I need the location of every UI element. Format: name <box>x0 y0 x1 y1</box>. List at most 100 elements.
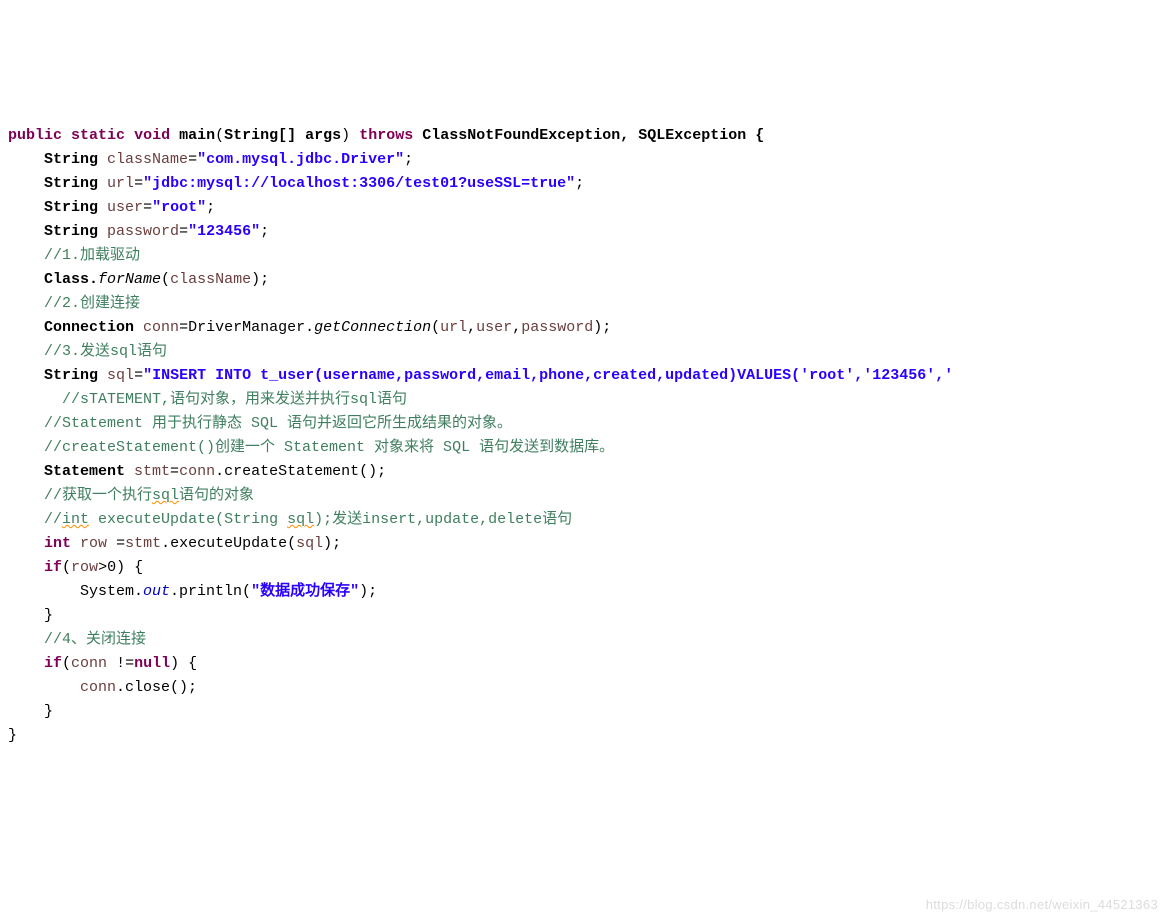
line-5: String password="123456"; <box>8 223 269 240</box>
line-22: //4、关闭连接 <box>8 631 146 648</box>
line-24: conn.close(); <box>8 679 197 696</box>
field-out: out <box>143 583 170 600</box>
semi: ; <box>260 223 269 240</box>
line-11: String sql="INSERT INTO t_user(username,… <box>8 367 953 384</box>
kw-int: int <box>44 535 71 552</box>
brace-open: ) { <box>116 559 143 576</box>
op-eq: = <box>107 535 125 552</box>
line-1: public static void main(String[] args) t… <box>8 127 764 144</box>
string-literal: "root" <box>152 199 206 216</box>
op-eq: = <box>143 199 152 216</box>
var-row: row <box>71 559 98 576</box>
kw-if: if <box>44 655 62 672</box>
kw-static: static <box>71 127 125 144</box>
line-12: //sTATEMENT,语句对象，用来发送并执行sql语句 <box>8 391 407 408</box>
semi: ; <box>575 175 584 192</box>
comment: //sTATEMENT,语句对象，用来发送并执行sql语句 <box>44 391 407 408</box>
paren: ( <box>215 127 224 144</box>
line-2: String className="com.mysql.jdbc.Driver"… <box>8 151 413 168</box>
arg-user: user <box>476 319 512 336</box>
line-3: String url="jdbc:mysql://localhost:3306/… <box>8 175 584 192</box>
line-10: //3.发送sql语句 <box>8 343 167 360</box>
call-println: .println( <box>170 583 251 600</box>
kw-public: public <box>8 127 62 144</box>
comment: //2.创建连接 <box>44 295 140 312</box>
kw-throws: throws <box>359 127 413 144</box>
brace-close: } <box>44 607 53 624</box>
line-17: //int executeUpdate(String sql);发送insert… <box>8 511 572 528</box>
paren-close: ); <box>323 535 341 552</box>
comma: , <box>467 319 476 336</box>
class-ref: Class. <box>44 271 98 288</box>
call-executeUpdate: .executeUpdate( <box>161 535 296 552</box>
string-literal: "INSERT INTO t_user(username,password,em… <box>143 367 953 384</box>
line-7: Class.forName(className); <box>8 271 269 288</box>
comment-part: 语句的对象 <box>179 487 254 504</box>
var-user: user <box>107 199 143 216</box>
comment-part: //获取一个执行 <box>44 487 152 504</box>
op-gt: > <box>98 559 107 576</box>
watermark-text: https://blog.csdn.net/weixin_44521363 <box>926 895 1158 916</box>
type-statement: Statement <box>44 463 134 480</box>
var-stmt: stmt <box>125 535 161 552</box>
comment-part: );发送insert,update,delete语句 <box>314 511 572 528</box>
op-eq: = <box>179 223 188 240</box>
paren: ( <box>161 271 170 288</box>
comment-underline: sql <box>152 487 179 504</box>
var-row: row <box>80 535 107 552</box>
type-string: String <box>44 223 98 240</box>
line-19: if(row>0) { <box>8 559 143 576</box>
kw-null: null <box>134 655 170 672</box>
call-createStatement: .createStatement(); <box>215 463 386 480</box>
comment-underline: int <box>62 511 89 528</box>
line-23: if(conn !=null) { <box>8 655 197 672</box>
comment: //1.加载驱动 <box>44 247 140 264</box>
line-9: Connection conn=DriverManager.getConnect… <box>8 319 611 336</box>
line-21: } <box>8 607 53 624</box>
comment: //createStatement()创建一个 Statement 对象来将 S… <box>44 439 614 456</box>
paren: ( <box>62 655 71 672</box>
op-eq: = <box>134 367 143 384</box>
var-conn: conn <box>71 655 107 672</box>
arg-sql: sql <box>296 535 323 552</box>
kw-if: if <box>44 559 62 576</box>
var-url: url <box>107 175 134 192</box>
string-literal: "com.mysql.jdbc.Driver" <box>197 151 404 168</box>
call-getConnection: getConnection <box>314 319 431 336</box>
brace-open: ) { <box>170 655 197 672</box>
arg-url: url <box>440 319 467 336</box>
type-string: String <box>44 151 98 168</box>
line-26: } <box>8 727 17 744</box>
paren: ( <box>431 319 440 336</box>
paren-close: ); <box>359 583 377 600</box>
class-system: System. <box>80 583 143 600</box>
brace-close: } <box>8 727 17 744</box>
var-sql: sql <box>107 367 134 384</box>
line-13: //Statement 用于执行静态 SQL 语句并返回它所生成结果的对象。 <box>8 415 512 432</box>
brace-close: } <box>44 703 53 720</box>
arg-password: password <box>521 319 593 336</box>
string-literal: "数据成功保存" <box>251 583 359 600</box>
num-zero: 0 <box>107 559 116 576</box>
op-eq: = <box>188 151 197 168</box>
var-password: password <box>107 223 179 240</box>
var-conn: conn <box>143 319 179 336</box>
semi: ; <box>206 199 215 216</box>
var-conn: conn <box>80 679 116 696</box>
paren-close: ); <box>251 271 269 288</box>
kw-void: void <box>134 127 170 144</box>
var-stmt: stmt <box>134 463 170 480</box>
args: String[] args <box>224 127 341 144</box>
comment: //Statement 用于执行静态 SQL 语句并返回它所生成结果的对象。 <box>44 415 512 432</box>
comment-part: // <box>44 511 62 528</box>
expr: =DriverManager. <box>179 319 314 336</box>
semi: ; <box>404 151 413 168</box>
string-literal: "123456" <box>188 223 260 240</box>
line-4: String user="root"; <box>8 199 215 216</box>
paren-close: ); <box>593 319 611 336</box>
var-className: className <box>107 151 188 168</box>
paren: ( <box>62 559 71 576</box>
comma: , <box>512 319 521 336</box>
comment: //3.发送sql语句 <box>44 343 167 360</box>
line-16: //获取一个执行sql语句的对象 <box>8 487 254 504</box>
